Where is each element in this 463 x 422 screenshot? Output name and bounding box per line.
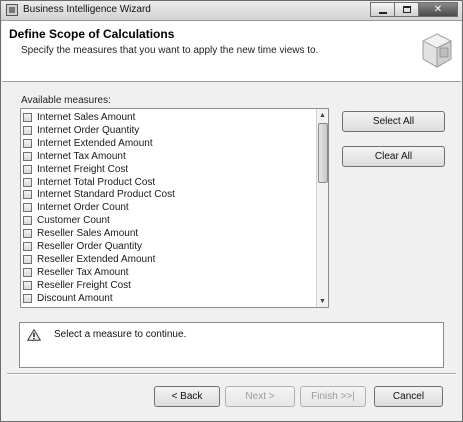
app-icon bbox=[6, 4, 18, 16]
list-item[interactable]: Reseller Order Quantity bbox=[23, 240, 142, 253]
measure-label: Internet Standard Product Cost bbox=[37, 189, 175, 201]
page-subtitle: Specify the measures that you want to ap… bbox=[21, 45, 319, 56]
list-item[interactable]: Customer Count bbox=[23, 214, 110, 227]
window-title: Business Intelligence Wizard bbox=[23, 4, 151, 15]
measure-checkbox[interactable] bbox=[23, 164, 32, 174]
scroll-thumb[interactable] bbox=[318, 123, 328, 183]
list-item[interactable]: Internet Tax Amount bbox=[23, 150, 126, 163]
title-bar: Business Intelligence Wizard ✕ bbox=[1, 1, 462, 21]
footer-divider bbox=[7, 373, 456, 375]
measure-label: Internet Order Count bbox=[37, 202, 129, 214]
measure-checkbox[interactable] bbox=[23, 113, 32, 122]
wizard-cube-icon bbox=[421, 33, 453, 68]
list-item[interactable]: Reseller Tax Amount bbox=[23, 266, 129, 279]
list-item[interactable]: Internet Order Count bbox=[23, 201, 129, 214]
back-button[interactable]: < Back bbox=[154, 386, 220, 407]
list-item[interactable]: Internet Order Quantity bbox=[23, 124, 139, 137]
measure-checkbox[interactable] bbox=[23, 293, 32, 303]
measure-label: Reseller Tax Amount bbox=[37, 266, 129, 278]
measure-checkbox[interactable] bbox=[23, 216, 32, 226]
vertical-scrollbar[interactable]: ▲ ▼ bbox=[316, 109, 328, 307]
list-item[interactable]: Internet Total Product Cost bbox=[23, 176, 155, 189]
measure-checkbox[interactable] bbox=[23, 280, 32, 290]
maximize-button[interactable] bbox=[394, 2, 419, 17]
next-button[interactable]: Next > bbox=[225, 386, 295, 407]
list-item[interactable]: Reseller Sales Amount bbox=[23, 227, 138, 240]
select-all-button[interactable]: Select All bbox=[342, 111, 445, 132]
page-title: Define Scope of Calculations bbox=[9, 27, 175, 41]
measure-checkbox[interactable] bbox=[23, 254, 32, 264]
status-message: Select a measure to continue. bbox=[54, 329, 187, 340]
measure-checkbox[interactable] bbox=[23, 177, 32, 187]
list-item[interactable]: Internet Extended Amount bbox=[23, 137, 153, 150]
available-measures-label: Available measures: bbox=[21, 95, 111, 106]
measure-label: Internet Tax Amount bbox=[37, 150, 126, 162]
close-icon: ✕ bbox=[433, 4, 443, 15]
minimize-icon bbox=[378, 11, 387, 14]
scroll-down-icon[interactable]: ▼ bbox=[317, 295, 328, 307]
measure-label: Internet Order Quantity bbox=[37, 124, 140, 136]
measure-checkbox[interactable] bbox=[23, 151, 32, 161]
wizard-window: Business Intelligence Wizard ✕ Define Sc… bbox=[0, 0, 463, 422]
measure-checkbox[interactable] bbox=[23, 190, 32, 200]
list-item[interactable]: Reseller Extended Amount bbox=[23, 253, 155, 266]
list-item[interactable]: Internet Standard Product Cost bbox=[23, 188, 175, 201]
measure-label: Customer Count bbox=[37, 215, 110, 227]
measure-label: Internet Freight Cost bbox=[37, 163, 129, 175]
warning-icon bbox=[27, 329, 41, 341]
list-item[interactable]: Discount Amount bbox=[23, 292, 113, 305]
close-button[interactable]: ✕ bbox=[418, 2, 458, 17]
finish-button[interactable]: Finish >>| bbox=[300, 386, 366, 407]
measure-label: Internet Extended Amount bbox=[37, 137, 153, 149]
measure-checkbox[interactable] bbox=[23, 138, 32, 148]
measure-label: Reseller Freight Cost bbox=[37, 279, 131, 291]
wizard-header: Define Scope of Calculations Specify the… bbox=[2, 21, 461, 82]
measures-listbox[interactable]: Internet Sales Amount Internet Order Quan… bbox=[20, 108, 329, 308]
measure-label: Internet Sales Amount bbox=[37, 112, 136, 123]
maximize-icon bbox=[402, 6, 411, 13]
list-item[interactable]: Internet Sales Amount bbox=[23, 111, 135, 124]
measure-label: Discount Amount bbox=[37, 292, 113, 304]
measure-label: Reseller Extended Amount bbox=[37, 253, 156, 265]
measure-checkbox[interactable] bbox=[23, 125, 32, 135]
minimize-button[interactable] bbox=[370, 2, 395, 17]
cancel-button[interactable]: Cancel bbox=[374, 386, 443, 407]
scroll-up-icon[interactable]: ▲ bbox=[317, 109, 328, 121]
measure-label: Reseller Sales Amount bbox=[37, 228, 139, 240]
measure-checkbox[interactable] bbox=[23, 203, 32, 213]
window-controls: ✕ bbox=[370, 2, 458, 17]
clear-all-button[interactable]: Clear All bbox=[342, 146, 445, 167]
list-item[interactable]: Internet Freight Cost bbox=[23, 163, 128, 176]
measure-label: Internet Total Product Cost bbox=[37, 176, 156, 188]
measure-label: Reseller Order Quantity bbox=[37, 241, 143, 252]
measure-checkbox[interactable] bbox=[23, 242, 32, 251]
measure-checkbox[interactable] bbox=[23, 229, 32, 239]
message-panel: Select a measure to continue. bbox=[19, 322, 444, 368]
list-item[interactable]: Reseller Freight Cost bbox=[23, 279, 131, 292]
measure-checkbox[interactable] bbox=[23, 267, 32, 277]
